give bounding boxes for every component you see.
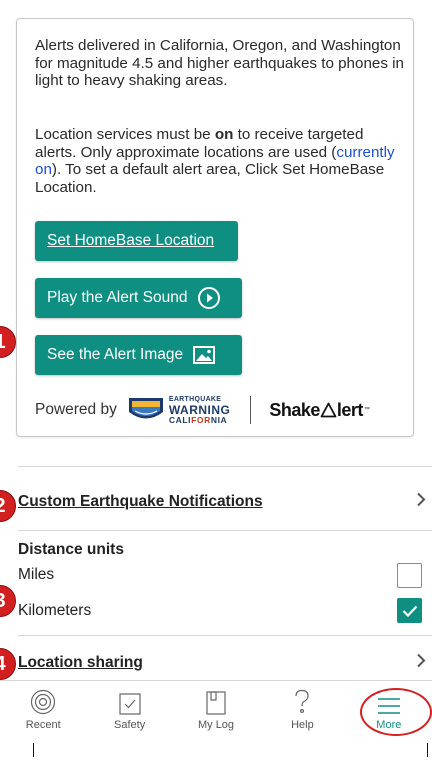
miles-label: Miles [18,566,55,583]
book-icon [206,689,226,715]
custom-notifications-label: Custom Earthquake Notifications [18,493,263,510]
chevron-right-icon [416,492,426,512]
set-homebase-button[interactable]: Set HomeBase Location [35,221,238,261]
miles-checkbox[interactable] [397,563,422,588]
divider [18,530,432,531]
see-alert-image-button[interactable]: See the Alert Image [35,335,242,375]
location-text-c: ). To set a default alert area, Click Se… [35,161,385,196]
nav-recent[interactable]: Recent [0,681,86,738]
location-sharing-row[interactable]: Location sharing [18,651,432,675]
divider [18,635,432,636]
location-sharing-label: Location sharing [18,654,143,671]
location-text-a: Location services must be [35,126,215,143]
callout-badge-3: 3 [0,585,16,617]
nav-help-label: Help [291,719,314,731]
callout-badge-1: 1 [0,326,16,358]
play-circle-icon [197,286,221,310]
lert-text: lert [336,399,364,420]
see-image-label: See the Alert Image [47,346,184,363]
question-icon [293,689,311,715]
nav-my-log-label: My Log [197,719,235,731]
nav-recent-label: Recent [25,719,61,731]
divider [18,466,432,467]
check-icon [402,605,417,617]
nav-help[interactable]: Help [259,681,345,738]
alerts-info-card: Alerts delivered in California, Oregon, … [16,18,414,437]
location-text-on: on [214,126,234,143]
nav-my-log[interactable]: My Log [173,681,259,738]
powered-by-label: Powered by [35,401,117,418]
shake-text: Shake [269,399,320,420]
frame-edge-right [427,743,428,757]
kilometers-label: Kilometers [18,602,92,619]
play-sound-label: Play the Alert Sound [47,289,188,306]
callout-badge-4: 4 [0,648,16,680]
frame-edge-left [33,743,34,757]
california-shield-icon [128,398,163,419]
location-services-text: Location services must be on to receive … [35,126,407,196]
nav-safety-label: Safety [114,719,146,731]
logo-divider [250,396,252,424]
callout-badge-2: 2 [0,490,16,522]
nav-safety[interactable]: Safety [86,681,172,738]
chevron-right-icon [416,653,426,673]
ewc-line3-b: FOR [191,415,211,425]
distance-units-heading: Distance units [18,541,124,558]
ewc-line3-c: NIA [210,415,228,425]
ewc-line3-a: CALI [168,415,192,425]
ewc-line2: WARNING [168,403,231,417]
kilometers-checkbox[interactable] [397,598,422,623]
set-homebase-label: Set HomeBase Location [47,232,215,249]
earthquake-warning-california-logo: EARTHQUAKE WARNING CALIFORNIA [127,395,231,425]
checkbox-icon [119,689,141,715]
alerts-description: Alerts delivered in California, Oregon, … [35,37,404,89]
target-icon [30,689,56,715]
warning-triangle-icon [320,402,337,418]
ewc-line3: CALIFORNIA [169,415,231,425]
custom-earthquake-notifications-row[interactable]: Custom Earthquake Notifications [18,490,432,514]
shakealert-logo: Shake lert ™ [269,399,370,421]
trademark: ™ [363,407,370,413]
settings-screen: Alerts delivered in California, Oregon, … [0,0,432,761]
more-highlight-ring [360,688,432,736]
play-alert-sound-button[interactable]: Play the Alert Sound [35,278,242,318]
ewc-wordmark: EARTHQUAKE WARNING CALIFORNIA [169,395,231,425]
image-icon [193,346,216,364]
powered-by-row: Powered by EARTHQUAKE WARNING CALIFORNIA… [35,393,407,427]
